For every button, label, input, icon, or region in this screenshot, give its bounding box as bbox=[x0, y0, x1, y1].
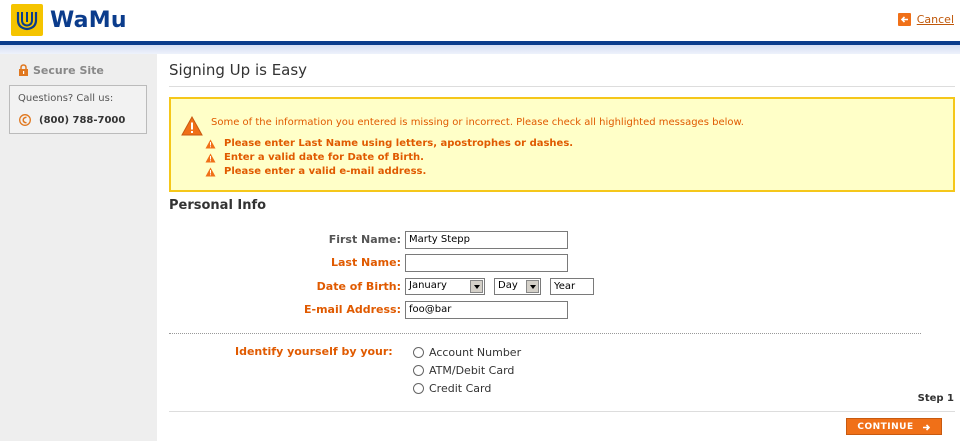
dob-day-value: Day bbox=[498, 280, 518, 291]
dob-month-select[interactable]: January bbox=[405, 278, 485, 295]
identify-label: Identify yourself by your: bbox=[235, 345, 393, 358]
radio-label[interactable]: Account Number bbox=[429, 346, 521, 359]
dob-month-value: January bbox=[409, 280, 447, 291]
error-text: Please enter a valid e-mail address. bbox=[224, 165, 427, 177]
cancel-link[interactable]: Cancel bbox=[897, 13, 954, 26]
continue-button[interactable]: CONTINUE bbox=[846, 418, 942, 435]
radio-atm-debit-card[interactable]: ATM/Debit Card bbox=[413, 364, 514, 377]
dob-year-input[interactable]: Year bbox=[550, 278, 594, 295]
radio-button[interactable] bbox=[413, 347, 424, 358]
wamu-logo[interactable]: WaMu bbox=[11, 4, 127, 36]
email-row: E-mail Address: foo@bar bbox=[169, 301, 669, 319]
dob-label: Date of Birth: bbox=[316, 280, 401, 293]
section-title: Personal Info bbox=[169, 198, 267, 213]
brand-name: WaMu bbox=[50, 7, 127, 33]
phone-icon bbox=[19, 111, 31, 130]
cancel-label[interactable]: Cancel bbox=[917, 13, 954, 26]
dob-row: Date of Birth: January Day Year bbox=[169, 278, 669, 296]
cancel-arrow-icon bbox=[897, 13, 911, 26]
header: WaMu Cancel bbox=[0, 0, 960, 40]
radio-credit-card[interactable]: Credit Card bbox=[413, 382, 491, 395]
radio-label[interactable]: ATM/Debit Card bbox=[429, 364, 514, 377]
error-list: Please enter Last Name using letters, ap… bbox=[205, 136, 573, 178]
wamu-logo-icon bbox=[11, 4, 43, 36]
last-name-input[interactable] bbox=[405, 254, 568, 272]
continue-label[interactable]: CONTINUE bbox=[857, 422, 913, 432]
last-name-row: Last Name: bbox=[169, 254, 669, 272]
contact-box: Questions? Call us: (800) 788-7000 bbox=[9, 85, 147, 134]
email-label: E-mail Address: bbox=[304, 303, 401, 316]
radio-button[interactable] bbox=[413, 365, 424, 376]
secure-site-label: Secure Site bbox=[33, 64, 104, 77]
error-text: Please enter Last Name using letters, ap… bbox=[224, 137, 574, 149]
first-name-label: First Name: bbox=[328, 233, 401, 246]
alert-message: Some of the information you entered is m… bbox=[211, 117, 744, 128]
warning-icon bbox=[205, 162, 216, 181]
first-name-row: First Name: Marty Stepp bbox=[169, 231, 669, 249]
section-divider bbox=[169, 333, 921, 334]
warning-icon bbox=[181, 115, 203, 140]
email-input[interactable]: foo@bar bbox=[405, 301, 568, 319]
step-indicator: Step 1 bbox=[917, 393, 954, 404]
page-title: Signing Up is Easy bbox=[169, 61, 308, 79]
radio-account-number[interactable]: Account Number bbox=[413, 346, 521, 359]
dob-day-select[interactable]: Day bbox=[494, 278, 541, 295]
error-alert: Some of the information you entered is m… bbox=[169, 97, 955, 192]
phone-number: (800) 788-7000 bbox=[39, 115, 126, 126]
error-item: Please enter a valid e-mail address. bbox=[205, 164, 573, 178]
phone-row: (800) 788-7000 bbox=[19, 111, 125, 130]
first-name-input[interactable]: Marty Stepp bbox=[405, 231, 568, 249]
error-item: Please enter Last Name using letters, ap… bbox=[205, 136, 573, 150]
error-text: Enter a valid date for Date of Birth. bbox=[224, 151, 424, 163]
title-divider bbox=[169, 86, 955, 87]
header-stripe bbox=[0, 45, 960, 54]
chevron-down-icon[interactable] bbox=[526, 280, 539, 293]
radio-button[interactable] bbox=[413, 383, 424, 394]
error-item: Enter a valid date for Date of Birth. bbox=[205, 150, 573, 164]
bottom-divider bbox=[169, 411, 955, 412]
secure-site: Secure Site bbox=[18, 61, 104, 80]
questions-label: Questions? Call us: bbox=[18, 93, 114, 104]
lock-icon bbox=[18, 61, 29, 80]
arrow-right-icon bbox=[922, 417, 931, 436]
chevron-down-icon[interactable] bbox=[470, 280, 483, 293]
radio-label[interactable]: Credit Card bbox=[429, 382, 491, 395]
last-name-label: Last Name: bbox=[330, 256, 401, 269]
